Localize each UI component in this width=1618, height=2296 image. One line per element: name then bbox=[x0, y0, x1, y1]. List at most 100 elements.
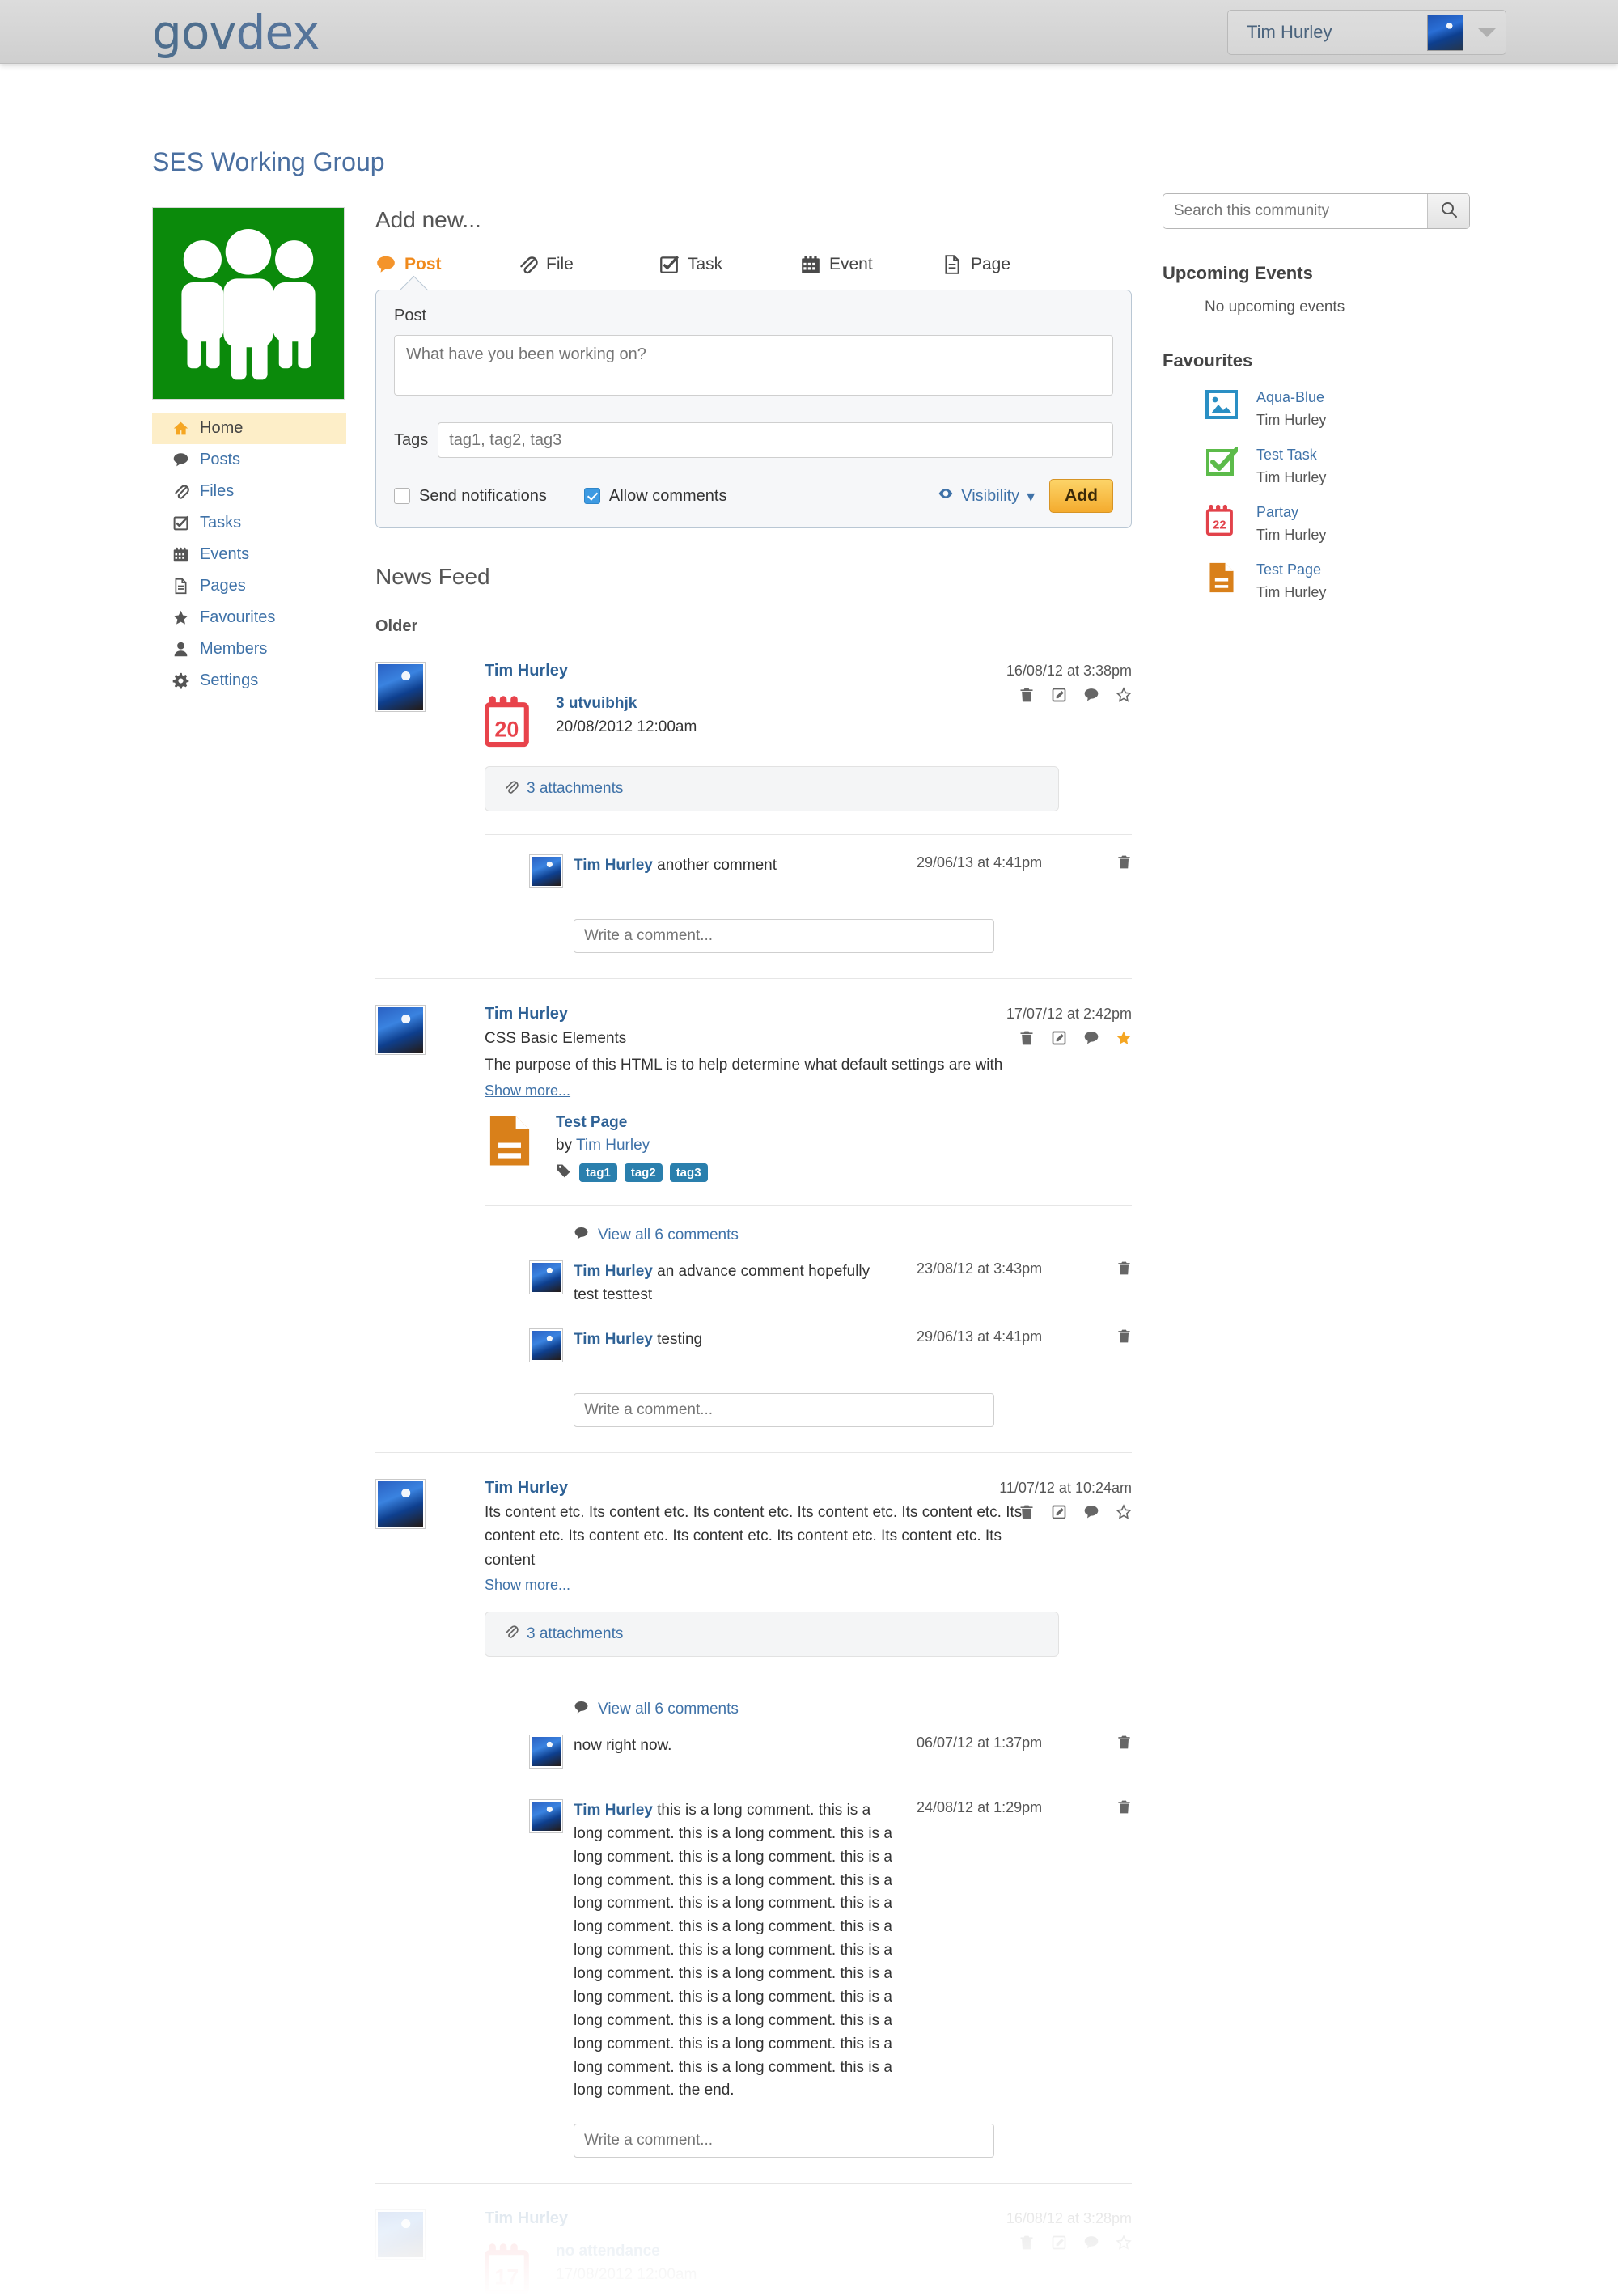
search-input[interactable] bbox=[1163, 194, 1427, 228]
attachments-bar[interactable]: 3 attachments bbox=[485, 766, 1059, 811]
sidebar-item-home[interactable]: Home bbox=[152, 413, 346, 444]
attachments-bar[interactable]: 3 attachments bbox=[485, 1611, 1059, 1657]
sidebar-item-files[interactable]: Files bbox=[152, 476, 346, 507]
star-icon[interactable] bbox=[1116, 1503, 1132, 1520]
comment-input[interactable] bbox=[574, 919, 994, 953]
view-all-comments-link[interactable]: View all 6 comments bbox=[574, 1700, 1132, 1720]
tab-event[interactable]: Event bbox=[800, 254, 942, 275]
trash-icon[interactable] bbox=[1116, 854, 1132, 878]
favourite-title[interactable]: Test Task bbox=[1256, 447, 1326, 464]
comment: Tim Hurley this is a long comment. this … bbox=[485, 1798, 1132, 2103]
comment-input[interactable] bbox=[574, 2124, 994, 2158]
comment-input[interactable] bbox=[574, 1392, 994, 1427]
sidebar-item-label: Events bbox=[200, 545, 250, 563]
sidebar-item-settings[interactable]: Settings bbox=[152, 665, 346, 697]
trash-icon[interactable] bbox=[1019, 1030, 1035, 1046]
tab-label: Event bbox=[829, 255, 873, 273]
tab-file[interactable]: File bbox=[517, 254, 659, 275]
tag-chip[interactable]: tag1 bbox=[579, 1163, 617, 1182]
favourite-title[interactable]: Aqua-Blue bbox=[1256, 389, 1326, 406]
favourite-item[interactable]: Test Task Tim Hurley bbox=[1205, 447, 1470, 486]
star-icon[interactable] bbox=[1116, 687, 1132, 703]
user-menu[interactable]: Tim Hurley bbox=[1227, 10, 1506, 55]
edit-icon[interactable] bbox=[1051, 1504, 1067, 1520]
post-object-title[interactable]: Test Page bbox=[556, 1114, 708, 1132]
post-tags: tag1 tag2 tag3 bbox=[556, 1163, 708, 1183]
favourite-title[interactable]: Test Page bbox=[1256, 561, 1326, 578]
brand-part2: dex bbox=[235, 5, 320, 60]
trash-icon[interactable] bbox=[1019, 2235, 1035, 2251]
avatar bbox=[529, 1328, 563, 1362]
comment-author[interactable]: Tim Hurley bbox=[574, 857, 653, 874]
comments-section: View all 6 comments now right now. 06/07… bbox=[485, 1679, 1132, 2162]
comment-timestamp: 23/08/12 at 3:43pm bbox=[917, 1260, 1043, 1277]
send-notifications-checkbox[interactable]: Send notifications bbox=[394, 487, 547, 506]
post-author[interactable]: Tim Hurley bbox=[485, 2209, 1132, 2228]
post-object-date: 17/08/2012 12:00am bbox=[556, 2266, 697, 2284]
star-icon[interactable] bbox=[1116, 2235, 1132, 2251]
post-object-date: 20/08/2012 12:00am bbox=[556, 718, 697, 735]
post-object-title[interactable]: no attendance bbox=[556, 2243, 697, 2260]
add-button[interactable]: Add bbox=[1049, 479, 1113, 513]
comment-text: now right now. bbox=[574, 1736, 672, 1754]
trash-icon[interactable] bbox=[1116, 1260, 1132, 1307]
comment-icon[interactable] bbox=[1083, 2235, 1099, 2251]
comment-icon[interactable] bbox=[1083, 687, 1099, 703]
comment-author[interactable]: Tim Hurley bbox=[574, 1802, 653, 1819]
sidebar-item-events[interactable]: Events bbox=[152, 539, 346, 570]
post-timestamp: 16/08/12 at 3:28pm bbox=[1006, 2210, 1132, 2227]
tab-label: Task bbox=[688, 255, 723, 273]
comment-timestamp: 24/08/12 at 1:29pm bbox=[917, 1798, 1043, 1815]
tags-row: Tags bbox=[394, 422, 1113, 458]
star-icon[interactable] bbox=[1116, 1030, 1132, 1046]
comment-author[interactable]: Tim Hurley bbox=[574, 1263, 653, 1280]
tag-chip[interactable]: tag3 bbox=[669, 1163, 708, 1182]
post-body: Its content etc. Its content etc. Its co… bbox=[485, 1503, 1023, 1569]
trash-icon[interactable] bbox=[1116, 1328, 1132, 1352]
visibility-dropdown[interactable]: Visibility ▾ bbox=[938, 485, 1035, 506]
view-all-comments-link[interactable]: View all 6 comments bbox=[574, 1226, 1132, 1246]
comment-icon[interactable] bbox=[1083, 1030, 1099, 1046]
tags-input[interactable] bbox=[438, 422, 1113, 458]
sidebar-item-pages[interactable]: Pages bbox=[152, 570, 346, 602]
post-object-title[interactable]: 3 utvuibhjk bbox=[556, 695, 697, 713]
favourite-item[interactable]: 22 Partay Tim Hurley bbox=[1205, 504, 1470, 544]
post-object-info: 3 utvuibhjk 20/08/2012 12:00am bbox=[556, 695, 697, 748]
sidebar-item-members[interactable]: Members bbox=[152, 633, 346, 665]
post-text-input[interactable] bbox=[394, 335, 1113, 396]
edit-icon[interactable] bbox=[1051, 687, 1067, 703]
favourite-title[interactable]: Partay bbox=[1256, 504, 1326, 521]
search-button[interactable] bbox=[1427, 194, 1469, 228]
brand-logo[interactable]: govdex bbox=[152, 5, 320, 60]
tab-page[interactable]: Page bbox=[942, 254, 1083, 275]
edit-icon[interactable] bbox=[1051, 1030, 1067, 1046]
post-object-author[interactable]: Tim Hurley bbox=[576, 1137, 650, 1154]
post-meta: 16/08/12 at 3:38pm bbox=[1006, 663, 1132, 703]
tag-chip[interactable]: tag2 bbox=[624, 1163, 663, 1182]
trash-icon[interactable] bbox=[1019, 1504, 1035, 1520]
edit-icon[interactable] bbox=[1051, 2235, 1067, 2251]
trash-icon[interactable] bbox=[1116, 1799, 1132, 2103]
sidebar-item-posts[interactable]: Posts bbox=[152, 444, 346, 476]
allow-comments-checkbox[interactable]: Allow comments bbox=[583, 487, 727, 506]
trash-icon[interactable] bbox=[1116, 1735, 1132, 1758]
comment: now right now. 06/07/12 at 1:37pm bbox=[485, 1734, 1132, 1778]
trash-icon[interactable] bbox=[1019, 687, 1035, 703]
svg-text:22: 22 bbox=[1213, 519, 1226, 532]
sidebar-item-favourites[interactable]: Favourites bbox=[152, 602, 346, 633]
post-object: 17 no attendance 17/08/2012 12:00am bbox=[485, 2243, 1132, 2296]
favourite-item[interactable]: Aqua-Blue Tim Hurley bbox=[1205, 389, 1470, 429]
comment-body: Tim Hurley another comment bbox=[574, 854, 897, 878]
tab-task[interactable]: Task bbox=[659, 254, 800, 275]
show-more-link[interactable]: Show more... bbox=[485, 1082, 570, 1099]
user-menu-toggle[interactable] bbox=[1468, 28, 1506, 37]
comment-author[interactable]: Tim Hurley bbox=[574, 1331, 653, 1348]
favourite-item[interactable]: Test Page Tim Hurley bbox=[1205, 561, 1470, 601]
comment-timestamp: 29/06/13 at 4:41pm bbox=[917, 1328, 1043, 1345]
comment-icon bbox=[574, 1700, 589, 1720]
post-composer: Post Tags Send notifications Allow comme… bbox=[375, 290, 1132, 528]
comment-icon[interactable] bbox=[1083, 1504, 1099, 1520]
show-more-link[interactable]: Show more... bbox=[485, 1577, 570, 1594]
sidebar-item-tasks[interactable]: Tasks bbox=[152, 507, 346, 539]
tab-post[interactable]: Post bbox=[375, 254, 517, 275]
